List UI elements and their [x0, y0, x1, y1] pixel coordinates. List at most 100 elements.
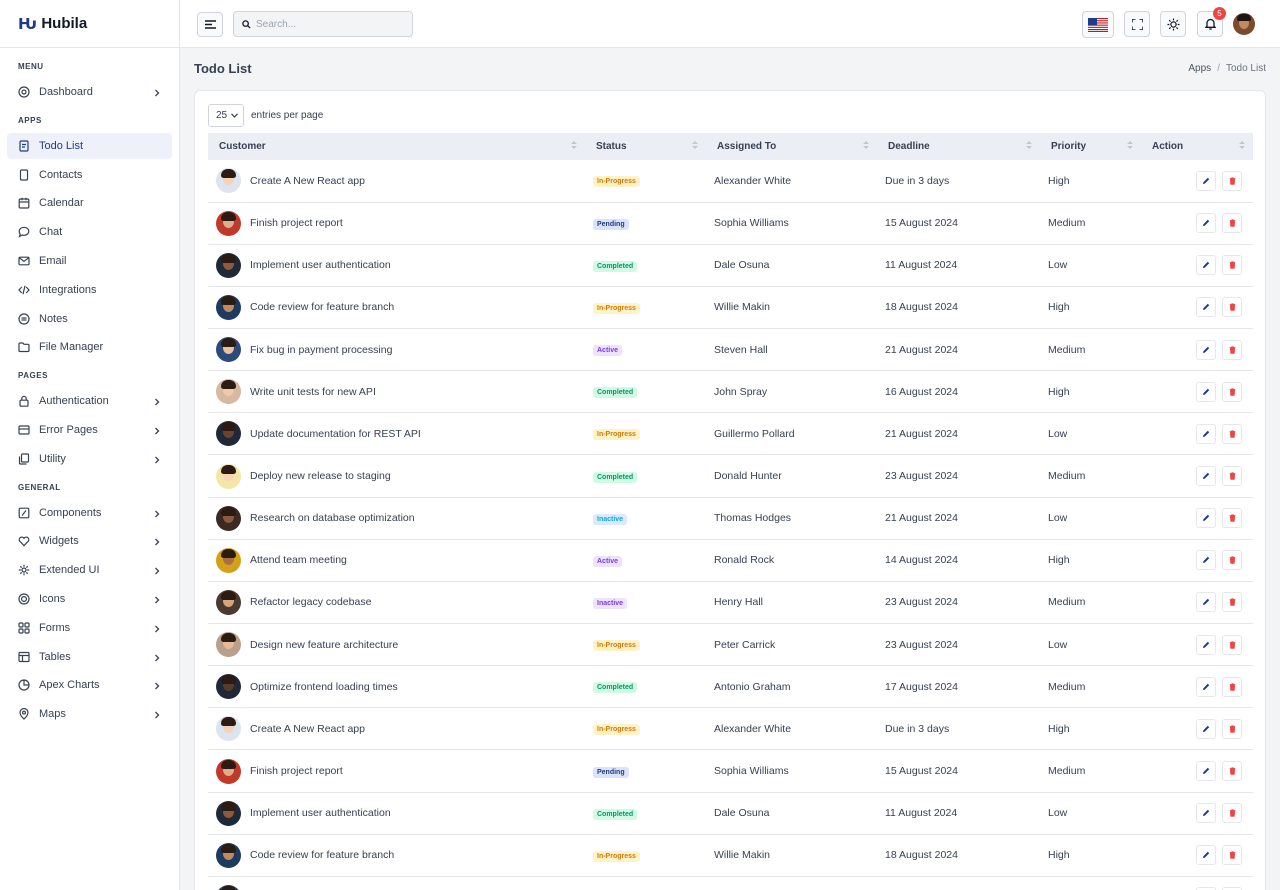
customer-avatar: [216, 168, 241, 194]
sidebar-item-authentication[interactable]: Authentication: [7, 388, 172, 414]
sidebar-item-notes[interactable]: Notes: [7, 306, 172, 332]
edit-button[interactable]: [1196, 761, 1216, 782]
sidebar-item-todo-list[interactable]: Todo List: [7, 132, 172, 159]
notifications-button[interactable]: 5: [1197, 7, 1226, 37]
priority: Low: [1048, 638, 1068, 651]
delete-button[interactable]: [1222, 550, 1242, 571]
customer-avatar: [216, 379, 241, 405]
sidebar-item-tables[interactable]: Tables: [7, 644, 172, 670]
delete-button[interactable]: [1222, 423, 1242, 444]
assigned-to: Donald Hunter: [714, 470, 782, 483]
sidebar-item-integrations[interactable]: Integrations: [7, 277, 172, 303]
edit-button[interactable]: [1196, 297, 1216, 318]
menu-toggle-button[interactable]: [197, 12, 223, 37]
sidebar-item-apex-charts[interactable]: Apex Charts: [7, 672, 172, 698]
entries-per-page-select[interactable]: 25: [208, 104, 244, 127]
fullscreen-button[interactable]: [1124, 11, 1150, 37]
column-header-deadline[interactable]: Deadline: [877, 133, 1040, 160]
customer-avatar: [216, 505, 241, 531]
sidebar-item-label: Components: [39, 506, 102, 519]
priority: High: [1048, 385, 1070, 398]
sidebar-item-extended-ui[interactable]: Extended UI: [7, 557, 172, 583]
pencil-icon: [1203, 641, 1210, 648]
breadcrumb-apps[interactable]: Apps: [1188, 63, 1211, 74]
edit-button[interactable]: [1196, 592, 1216, 613]
sidebar-item-chat[interactable]: Chat: [7, 219, 172, 245]
search-box[interactable]: [233, 11, 413, 37]
error-icon: [18, 424, 30, 436]
customer-avatar: [216, 632, 241, 658]
column-header-customer[interactable]: Customer: [208, 133, 585, 160]
delete-button[interactable]: [1222, 803, 1242, 824]
edit-button[interactable]: [1196, 676, 1216, 697]
table-body: Create A New React app In-Progress Alexa…: [208, 160, 1253, 890]
trash-icon: [1229, 472, 1235, 480]
email-icon: [18, 255, 30, 267]
sidebar-item-dashboard[interactable]: Dashboard: [7, 79, 172, 105]
edit-button[interactable]: [1196, 845, 1216, 866]
column-header-action[interactable]: Action: [1141, 133, 1253, 160]
user-avatar[interactable]: [1233, 13, 1255, 35]
edit-button[interactable]: [1196, 803, 1216, 824]
trash-icon: [1229, 725, 1235, 733]
status-badge: Inactive: [593, 597, 628, 609]
edit-button[interactable]: [1196, 466, 1216, 487]
edit-button[interactable]: [1196, 381, 1216, 402]
deadline: Due in 3 days: [885, 722, 950, 735]
delete-button[interactable]: [1222, 466, 1242, 487]
delete-button[interactable]: [1222, 339, 1242, 360]
delete-button[interactable]: [1222, 845, 1242, 866]
column-header-assigned-to[interactable]: Assigned To: [706, 133, 877, 160]
edit-button[interactable]: [1196, 508, 1216, 529]
sidebar-item-calendar[interactable]: Calendar: [7, 190, 172, 216]
assigned-to: Willie Makin: [714, 849, 771, 862]
customer-avatar: [216, 800, 241, 826]
table-row: Update documentation for REST API In-Pro…: [208, 413, 1253, 455]
edit-button[interactable]: [1196, 634, 1216, 655]
avatar-hair: [221, 801, 236, 811]
sidebar-item-forms[interactable]: Forms: [7, 615, 172, 641]
delete-button[interactable]: [1222, 634, 1242, 655]
edit-button[interactable]: [1196, 718, 1216, 739]
search-input[interactable]: [256, 18, 406, 30]
delete-button[interactable]: [1222, 761, 1242, 782]
column-header-status[interactable]: Status: [585, 133, 706, 160]
brand[interactable]: Ƕ Hubila: [0, 0, 179, 48]
edit-button[interactable]: [1196, 170, 1216, 191]
assigned-to: John Spray: [714, 385, 768, 398]
delete-button[interactable]: [1222, 297, 1242, 318]
sidebar-item-error-pages[interactable]: Error Pages: [7, 417, 172, 443]
sidebar-item-file-manager[interactable]: File Manager: [7, 334, 172, 360]
language-button[interactable]: [1082, 11, 1114, 38]
edit-button[interactable]: [1196, 213, 1216, 234]
theme-toggle-button[interactable]: [1160, 11, 1186, 37]
delete-button[interactable]: [1222, 213, 1242, 234]
sidebar-item-contacts[interactable]: Contacts: [7, 162, 172, 188]
trash-icon: [1229, 598, 1235, 607]
sidebar-item-maps[interactable]: Maps: [7, 701, 172, 727]
sidebar-item-icons[interactable]: Icons: [7, 586, 172, 612]
delete-button[interactable]: [1222, 676, 1242, 697]
row-actions: [1149, 592, 1253, 613]
edit-button[interactable]: [1196, 255, 1216, 276]
sidebar-item-email[interactable]: Email: [7, 248, 172, 274]
edit-button[interactable]: [1196, 423, 1216, 444]
map-pin-icon: [18, 708, 30, 720]
customer-cell: Code review for feature branch: [216, 842, 585, 868]
sidebar-item-widgets[interactable]: Widgets: [7, 528, 172, 554]
sidebar-item-components[interactable]: Components: [7, 500, 172, 526]
pencil-icon: [1203, 220, 1210, 227]
delete-button[interactable]: [1222, 170, 1242, 191]
edit-button[interactable]: [1196, 339, 1216, 360]
delete-button[interactable]: [1222, 592, 1242, 613]
delete-button[interactable]: [1222, 381, 1242, 402]
delete-button[interactable]: [1222, 718, 1242, 739]
edit-button[interactable]: [1196, 550, 1216, 571]
column-header-priority[interactable]: Priority: [1040, 133, 1141, 160]
delete-button[interactable]: [1222, 508, 1242, 529]
status-badge: In-Progress: [593, 302, 640, 314]
delete-button[interactable]: [1222, 255, 1242, 276]
sidebar-item-utility[interactable]: Utility: [7, 446, 172, 472]
customer-avatar: [216, 547, 241, 573]
assigned-to: Sophia Williams: [714, 217, 789, 230]
